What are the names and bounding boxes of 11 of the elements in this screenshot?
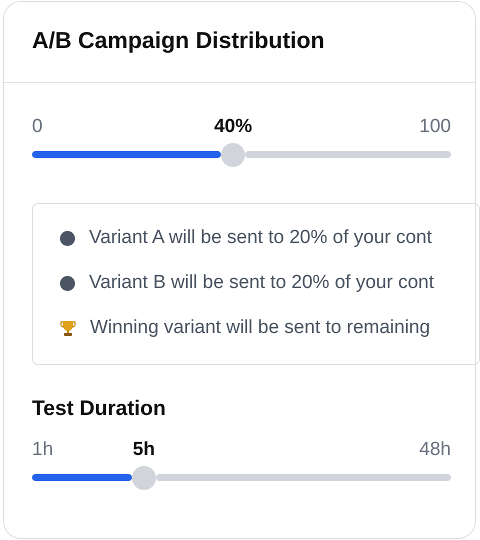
min-label: 0 [32, 116, 43, 138]
value-label: 5h [132, 439, 155, 461]
section-title: Test Duration [32, 397, 167, 421]
value-label: 40% [214, 116, 252, 138]
max-label: 48h [419, 439, 451, 461]
info-text: Variant A will be sent to 20% of your cont [89, 227, 432, 249]
max-label: 100 [419, 116, 451, 138]
card-title: A/B Campaign Distribution [32, 27, 326, 54]
info-text: Winning variant will be sent to remaining [90, 317, 430, 339]
info-text: Variant B will be sent to 20% of your cont [89, 272, 434, 294]
min-label: 1h [32, 439, 54, 461]
